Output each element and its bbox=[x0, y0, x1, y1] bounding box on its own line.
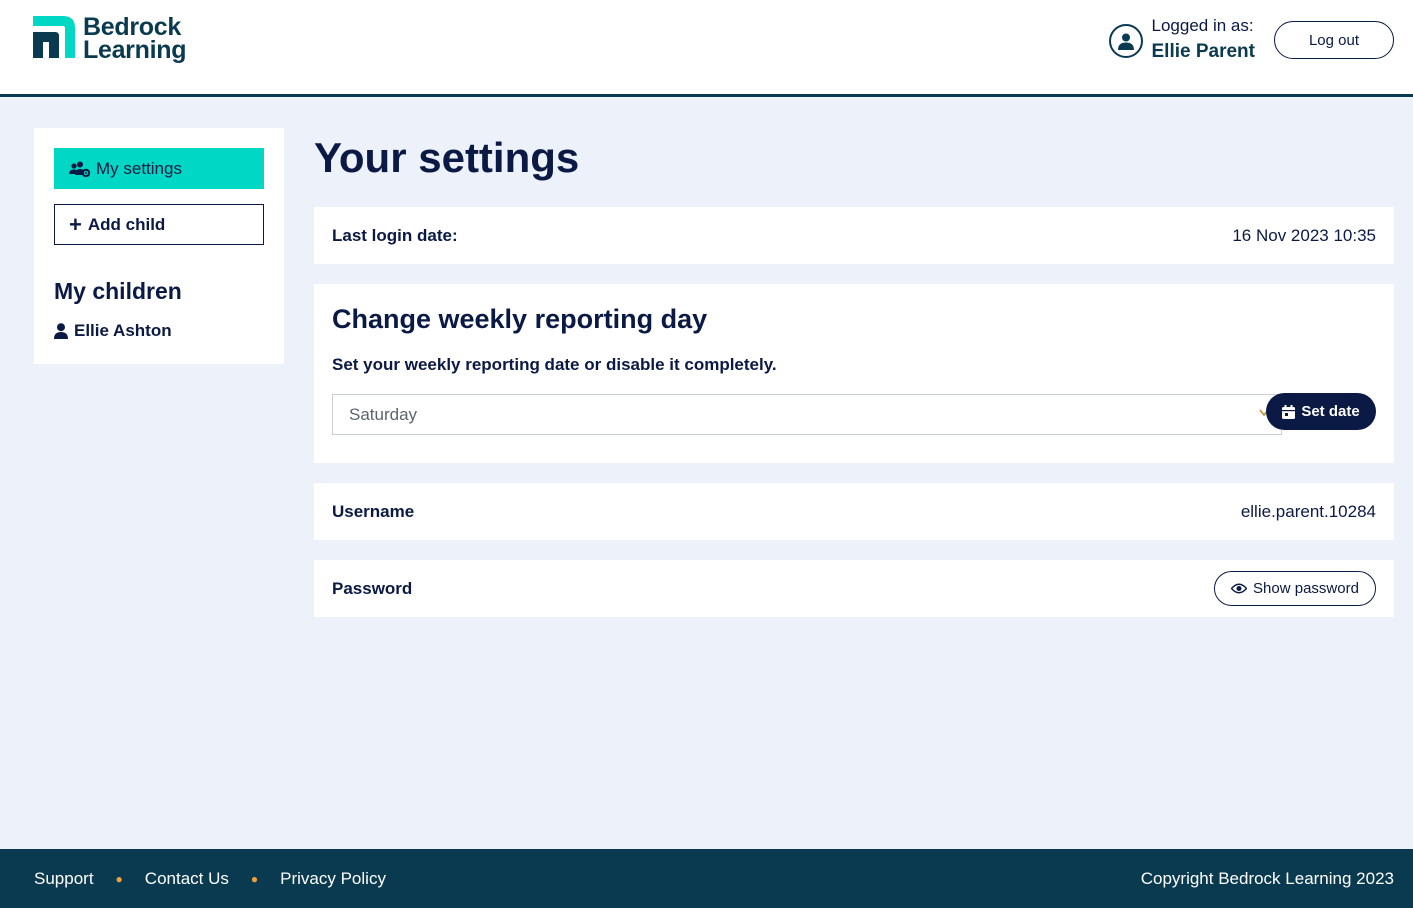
add-child-label: Add child bbox=[87, 214, 166, 234]
password-label: Password bbox=[332, 578, 413, 598]
top-header: Bedrock Learning Logged in as: Ellie Par… bbox=[0, 0, 1413, 97]
my-children-heading: My children bbox=[54, 278, 182, 304]
password-card: Password Show password bbox=[314, 560, 1394, 617]
bedrock-logo[interactable]: Bedrock Learning bbox=[33, 15, 187, 64]
footer: Support ● Contact Us ● Privacy Policy Co… bbox=[0, 849, 1413, 908]
footer-separator: ● bbox=[250, 871, 259, 886]
copyright-text: Copyright Bedrock Learning 2023 bbox=[1140, 868, 1394, 888]
set-date-label: Set date bbox=[1301, 403, 1360, 420]
footer-link-support[interactable]: Support bbox=[34, 869, 94, 889]
child-name: Ellie Ashton bbox=[74, 321, 172, 340]
user-icon bbox=[54, 323, 68, 339]
last-login-value: 16 Nov 2023 10:35 bbox=[1232, 225, 1376, 245]
username-label: Username bbox=[332, 501, 415, 521]
logged-in-user-name: Ellie Parent bbox=[1151, 41, 1256, 62]
eye-icon bbox=[1231, 583, 1248, 594]
logout-button[interactable]: Log out bbox=[1274, 21, 1394, 59]
logo-text-line2: Learning bbox=[83, 36, 187, 64]
footer-links: Support ● Contact Us ● Privacy Policy bbox=[34, 849, 386, 908]
add-child-button[interactable]: + Add child bbox=[54, 204, 264, 245]
show-password-button[interactable]: Show password bbox=[1214, 571, 1376, 606]
user-info: Logged in as: Ellie Parent bbox=[1108, 15, 1256, 67]
logged-in-label: Logged in as: bbox=[1151, 16, 1254, 35]
weekly-reporting-title: Change weekly reporting day bbox=[332, 304, 708, 334]
footer-link-privacy[interactable]: Privacy Policy bbox=[280, 869, 386, 889]
username-value: ellie.parent.10284 bbox=[1240, 501, 1376, 521]
last-login-card: Last login date: 16 Nov 2023 10:35 bbox=[314, 207, 1394, 264]
footer-link-contact[interactable]: Contact Us bbox=[145, 869, 229, 889]
show-password-label: Show password bbox=[1253, 580, 1359, 597]
page-title: Your settings bbox=[314, 134, 580, 181]
weekly-reporting-description: Set your weekly reporting date or disabl… bbox=[332, 355, 777, 374]
calendar-icon bbox=[1282, 404, 1296, 419]
user-circle-icon bbox=[1108, 24, 1143, 58]
username-card: Username ellie.parent.10284 bbox=[314, 483, 1394, 540]
reporting-day-select[interactable]: Saturday bbox=[332, 394, 1282, 435]
reporting-day-selected: Saturday bbox=[349, 404, 418, 424]
logo-mark-icon bbox=[33, 16, 75, 58]
footer-separator: ● bbox=[115, 871, 123, 886]
last-login-label: Last login date: bbox=[332, 225, 458, 245]
weekly-reporting-card: Change weekly reporting day Set your wee… bbox=[314, 284, 1394, 463]
sidebar: My settings + Add child My children Elli… bbox=[34, 128, 284, 364]
sidebar-item-my-settings[interactable]: My settings bbox=[54, 148, 264, 189]
child-link[interactable]: Ellie Ashton bbox=[54, 321, 172, 341]
sidebar-item-label: My settings bbox=[96, 158, 182, 178]
set-date-button[interactable]: Set date bbox=[1266, 393, 1376, 430]
users-gear-icon bbox=[69, 161, 90, 177]
plus-icon: + bbox=[69, 211, 82, 237]
